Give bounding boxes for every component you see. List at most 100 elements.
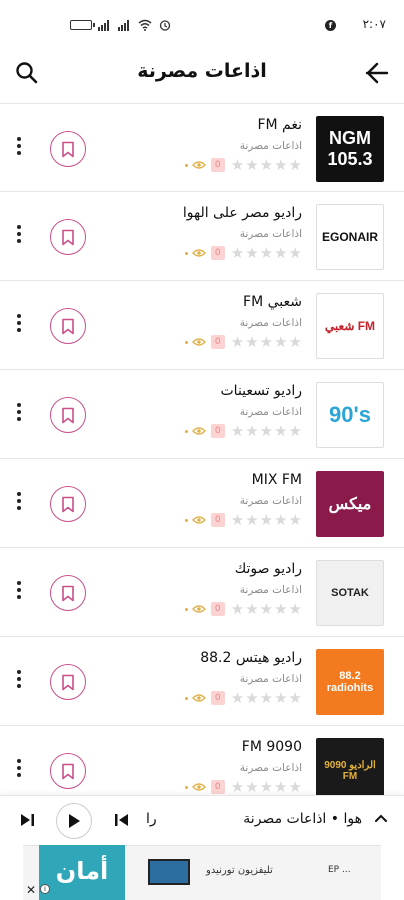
star-icon[interactable]: ★ [231, 245, 244, 261]
bookmark-button[interactable] [50, 486, 86, 522]
views-dot [184, 340, 188, 344]
star-icon[interactable]: ★ [274, 512, 287, 528]
star-icon[interactable]: ★ [274, 334, 287, 350]
play-button[interactable] [56, 803, 92, 839]
more-options-icon[interactable] [14, 492, 24, 516]
station-meta: ★ ★ ★ ★ ★ 0 [184, 512, 302, 528]
info-icon[interactable]: i [40, 884, 50, 894]
star-icon[interactable]: ★ [260, 334, 273, 350]
ad-text[interactable]: تليفزيون تورنيدو [206, 865, 273, 876]
station-category: اذاعات مصرنة [239, 406, 302, 418]
station-name: نغم FM [257, 117, 302, 133]
star-icon[interactable]: ★ [274, 779, 287, 795]
star-icon[interactable]: ★ [260, 779, 273, 795]
star-icon[interactable]: ★ [289, 690, 302, 706]
station-meta: ★ ★ ★ ★ ★ 0 [184, 690, 302, 706]
bookmark-button[interactable] [50, 308, 86, 344]
station-row-6[interactable]: SOTAK راديو صوتك اذاعات مصرنة ★ ★ ★ ★ ★ … [0, 548, 404, 637]
more-options-icon[interactable] [14, 581, 24, 605]
star-icon[interactable]: ★ [231, 512, 244, 528]
mini-player[interactable]: هوا • اذاعات مصرنة را [0, 795, 404, 845]
more-options-icon[interactable] [14, 403, 24, 427]
star-icon[interactable]: ★ [260, 601, 273, 617]
star-icon[interactable]: ★ [289, 423, 302, 439]
star-icon[interactable]: ★ [245, 423, 258, 439]
station-row-4[interactable]: 90's راديو تسعينات اذاعات مصرنة ★ ★ ★ ★ … [0, 370, 404, 459]
rank-badge: 0 [210, 246, 225, 260]
views-dot [184, 696, 188, 700]
ad-brand[interactable]: أمان [39, 845, 125, 900]
wifi-icon [138, 19, 152, 31]
station-meta: ★ ★ ★ ★ ★ 0 [184, 779, 302, 795]
chevron-up-icon[interactable] [372, 810, 390, 828]
facebook-icon: f [325, 20, 336, 31]
station-row-7[interactable]: 88.2 radiohits راديو هيتس 88.2 اذاعات مص… [0, 637, 404, 726]
more-options-icon[interactable] [14, 759, 24, 783]
more-options-icon[interactable] [14, 670, 24, 694]
station-row-1[interactable]: NGM 105.3 نغم FM اذاعات مصرنة ★ ★ ★ ★ ★ … [0, 103, 404, 192]
star-icon[interactable]: ★ [245, 690, 258, 706]
station-row-5[interactable]: ميكس MIX FM اذاعات مصرنة ★ ★ ★ ★ ★ 0 [0, 459, 404, 548]
bookmark-button[interactable] [50, 664, 86, 700]
station-meta: ★ ★ ★ ★ ★ 0 [184, 423, 302, 439]
more-options-icon[interactable] [14, 137, 24, 161]
star-icon[interactable]: ★ [231, 690, 244, 706]
skip-previous-icon[interactable] [112, 810, 132, 830]
ad-ep[interactable]: EP ... [328, 865, 351, 875]
star-icon[interactable]: ★ [245, 334, 258, 350]
star-icon[interactable]: ★ [231, 601, 244, 617]
star-icon[interactable]: ★ [289, 334, 302, 350]
rank-badge: 0 [210, 691, 225, 705]
eye-icon [191, 249, 206, 257]
star-icon[interactable]: ★ [289, 157, 302, 173]
bookmark-button[interactable] [50, 575, 86, 611]
star-icon[interactable]: ★ [231, 779, 244, 795]
alarm-icon [159, 20, 171, 31]
star-icon[interactable]: ★ [245, 601, 258, 617]
star-icon[interactable]: ★ [245, 512, 258, 528]
star-icon[interactable]: ★ [260, 423, 273, 439]
station-row-3[interactable]: شعبي FM شعبي FM اذاعات مصرنة ★ ★ ★ ★ ★ 0 [0, 281, 404, 370]
rank-badge: 0 [210, 602, 225, 616]
tv-image[interactable] [148, 859, 190, 885]
station-logo: SOTAK [316, 560, 384, 626]
star-icon[interactable]: ★ [260, 690, 273, 706]
station-category: اذاعات مصرنة [239, 495, 302, 507]
star-icon[interactable]: ★ [260, 245, 273, 261]
star-icon[interactable]: ★ [274, 423, 287, 439]
star-icon[interactable]: ★ [231, 334, 244, 350]
eye-icon [191, 161, 206, 169]
star-icon[interactable]: ★ [289, 779, 302, 795]
more-options-icon[interactable] [14, 314, 24, 338]
star-icon[interactable]: ★ [274, 157, 287, 173]
star-icon[interactable]: ★ [231, 157, 244, 173]
eye-icon [191, 338, 206, 346]
bookmark-button[interactable] [50, 219, 86, 255]
ad-banner[interactable]: أمان تليفزيون تورنيدو EP ... ✕ i [0, 845, 404, 900]
star-icon[interactable]: ★ [274, 245, 287, 261]
close-icon[interactable]: ✕ [26, 883, 36, 897]
bookmark-button[interactable] [50, 397, 86, 433]
star-icon[interactable]: ★ [245, 779, 258, 795]
star-icon[interactable]: ★ [245, 157, 258, 173]
star-icon[interactable]: ★ [289, 601, 302, 617]
more-options-icon[interactable] [14, 225, 24, 249]
rank-badge: 0 [210, 335, 225, 349]
station-category: اذاعات مصرنة [239, 228, 302, 240]
star-icon[interactable]: ★ [289, 512, 302, 528]
station-row-2[interactable]: EGONAIR راديو مصر على الهوا اذاعات مصرنة… [0, 192, 404, 281]
rank-badge: 0 [210, 424, 225, 438]
star-icon[interactable]: ★ [245, 245, 258, 261]
station-name: شعبي FM [243, 294, 302, 310]
status-bar: f ٢:٠٧ [0, 0, 404, 46]
star-icon[interactable]: ★ [260, 157, 273, 173]
bookmark-button[interactable] [50, 131, 86, 167]
star-icon[interactable]: ★ [260, 512, 273, 528]
star-icon[interactable]: ★ [274, 601, 287, 617]
star-icon[interactable]: ★ [231, 423, 244, 439]
star-icon[interactable]: ★ [289, 245, 302, 261]
star-icon[interactable]: ★ [274, 690, 287, 706]
back-arrow-icon[interactable] [364, 60, 390, 86]
bookmark-button[interactable] [50, 753, 86, 789]
skip-next-icon[interactable] [17, 810, 37, 830]
